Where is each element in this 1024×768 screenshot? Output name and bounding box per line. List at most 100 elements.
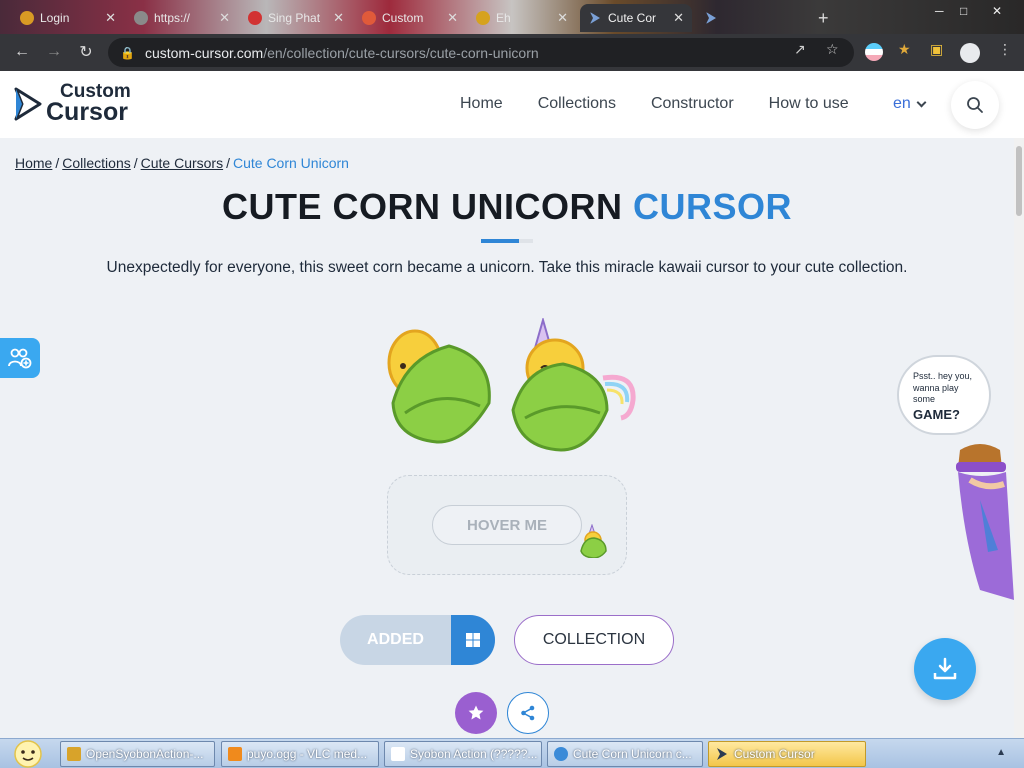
close-icon[interactable]: ✕: [447, 10, 458, 26]
profile-icon[interactable]: [960, 43, 980, 63]
reload-icon[interactable]: ↻: [75, 41, 97, 63]
start-orb-icon: [14, 740, 42, 768]
minimize-icon[interactable]: ─: [935, 4, 944, 18]
cursor-favicon-icon: [706, 12, 716, 24]
breadcrumb-separator: /: [55, 155, 60, 171]
app-icon: [391, 747, 405, 761]
forward-icon[interactable]: →: [43, 41, 65, 63]
breadcrumb: Home / Collections / Cute Cursors / Cute…: [15, 155, 349, 171]
close-icon[interactable]: ✕: [219, 10, 230, 26]
chrome-icon: [554, 747, 568, 761]
language-label: en: [893, 95, 911, 112]
nav-how-to-use[interactable]: How to use: [769, 95, 849, 113]
close-icon[interactable]: ✕: [673, 10, 684, 26]
breadcrumb-collections[interactable]: Collections: [62, 155, 130, 171]
close-icon[interactable]: ✕: [557, 10, 568, 26]
breadcrumb-separator: /: [133, 155, 138, 171]
tab-label: Sing Phat: [268, 11, 321, 25]
download-button[interactable]: [914, 638, 976, 700]
added-label: ADDED: [367, 631, 424, 648]
chevron-down-icon: [916, 97, 927, 107]
browser-tab-active[interactable]: Cute Cor ✕: [580, 4, 692, 32]
game-speech-bubble[interactable]: Psst.. hey you, wanna play some GAME?: [897, 355, 991, 435]
speech-line2: wanna play some: [913, 382, 959, 405]
added-button[interactable]: ADDED: [340, 615, 495, 665]
speech-line3: GAME?: [913, 407, 960, 423]
taskbar-item[interactable]: Syobon Action (?????...: [384, 741, 542, 767]
close-window-icon[interactable]: ✕: [992, 4, 1002, 18]
cursor-favicon-icon: [590, 12, 600, 24]
tab-label: Cute Cor: [608, 11, 657, 25]
browser-tab-strip: Login ✕ https:// ✕ Sing Phat ✕ Custom ✕ …: [0, 0, 1024, 34]
users-add-icon: [8, 348, 32, 369]
maximize-icon[interactable]: □: [960, 4, 967, 18]
logo-line2: Cursor: [46, 98, 128, 127]
back-icon[interactable]: ←: [11, 41, 33, 63]
vlc-icon: [228, 747, 242, 761]
tab-favicon-icon: [476, 11, 490, 25]
corn-cursor-icon: [387, 329, 491, 444]
site-logo[interactable]: Custom Cursor: [14, 82, 131, 127]
os-taskbar: OpenSyobonAction-... puyo.ogg - VLC med.…: [0, 738, 1024, 768]
taskbar-item[interactable]: Cute Corn Unicorn c...: [547, 741, 703, 767]
url-host: custom-cursor.com: [144, 44, 264, 61]
sidepanel-icon[interactable]: ▣: [930, 41, 943, 58]
start-button[interactable]: [8, 740, 48, 768]
page-scrollbar[interactable]: [1014, 138, 1024, 738]
page-title: CUTE CORN UNICORN CURSOR: [0, 186, 1014, 228]
breadcrumb-cute-cursors[interactable]: Cute Cursors: [141, 155, 223, 171]
download-icon: [933, 657, 957, 680]
title-divider: [481, 239, 533, 243]
star-icon: [468, 705, 484, 720]
speech-line1: Psst.. hey you,: [913, 371, 973, 381]
taskbar-item-label: Syobon Action (?????...: [410, 747, 538, 761]
side-tab-button[interactable]: [0, 338, 40, 378]
logo-cursor-icon: [14, 87, 42, 121]
browser-tab[interactable]: https:// ✕: [126, 4, 238, 32]
browser-tab[interactable]: Eh ✕: [468, 4, 576, 32]
share-button[interactable]: [507, 692, 549, 734]
browser-tab[interactable]: Custom ✕: [354, 4, 466, 32]
share-icon[interactable]: ↗: [794, 41, 806, 58]
extensions-icon[interactable]: ★: [898, 41, 911, 58]
breadcrumb-home[interactable]: Home: [15, 155, 52, 171]
browser-toolbar: ← → ↻ 🔒 custom-cursor.com/en/collection/…: [0, 34, 1024, 71]
page-description: Unexpectedly for everyone, this sweet co…: [106, 259, 908, 276]
tab-favicon-icon: [248, 11, 262, 25]
star-icon[interactable]: ☆: [826, 41, 839, 58]
nav-home[interactable]: Home: [460, 95, 503, 113]
site-header: Custom Cursor Home Collections Construct…: [0, 71, 1024, 138]
search-button[interactable]: [951, 81, 999, 129]
tray-chevron-icon[interactable]: ▲: [996, 747, 1006, 758]
mascot-character-image[interactable]: [950, 440, 1014, 610]
main-nav: Home Collections Constructor How to use: [460, 95, 849, 113]
tab-favicon-icon: [134, 11, 148, 25]
nav-constructor[interactable]: Constructor: [651, 95, 734, 113]
cursor-icon: [717, 748, 727, 760]
close-icon[interactable]: ✕: [333, 10, 344, 26]
taskbar-item[interactable]: OpenSyobonAction-...: [60, 741, 215, 767]
browser-tab[interactable]: Login ✕: [12, 4, 124, 32]
taskbar-item[interactable]: puyo.ogg - VLC med...: [221, 741, 379, 767]
browser-tab[interactable]: Sing Phat ✕: [240, 4, 352, 32]
page-title-main: CUTE CORN UNICORN: [221, 186, 623, 227]
unicorn-corn-cursor-icon: [511, 318, 636, 452]
favorite-button[interactable]: [455, 692, 497, 734]
taskbar-item-label: puyo.ogg - VLC med...: [247, 747, 368, 761]
address-bar[interactable]: 🔒 custom-cursor.com/en/collection/cute-c…: [108, 38, 854, 67]
tab-favicon-icon: [362, 11, 376, 25]
browser-tab[interactable]: [696, 4, 808, 32]
new-tab-button[interactable]: +: [818, 8, 829, 29]
nav-collections[interactable]: Collections: [538, 95, 616, 113]
cursor-preview-image: [387, 318, 636, 452]
collection-button[interactable]: COLLECTION: [514, 615, 674, 665]
taskbar-item-active[interactable]: Custom Cursor: [708, 741, 866, 767]
scrollbar-thumb[interactable]: [1016, 146, 1022, 216]
breadcrumb-current: Cute Corn Unicorn: [232, 155, 349, 171]
extension-flag-icon[interactable]: [865, 43, 883, 61]
language-selector[interactable]: en: [893, 95, 927, 113]
menu-icon[interactable]: ⋮: [998, 41, 1012, 58]
tab-favicon-icon: [20, 11, 34, 25]
close-icon[interactable]: ✕: [105, 10, 116, 26]
hover-me-button[interactable]: HOVER ME: [432, 505, 582, 545]
